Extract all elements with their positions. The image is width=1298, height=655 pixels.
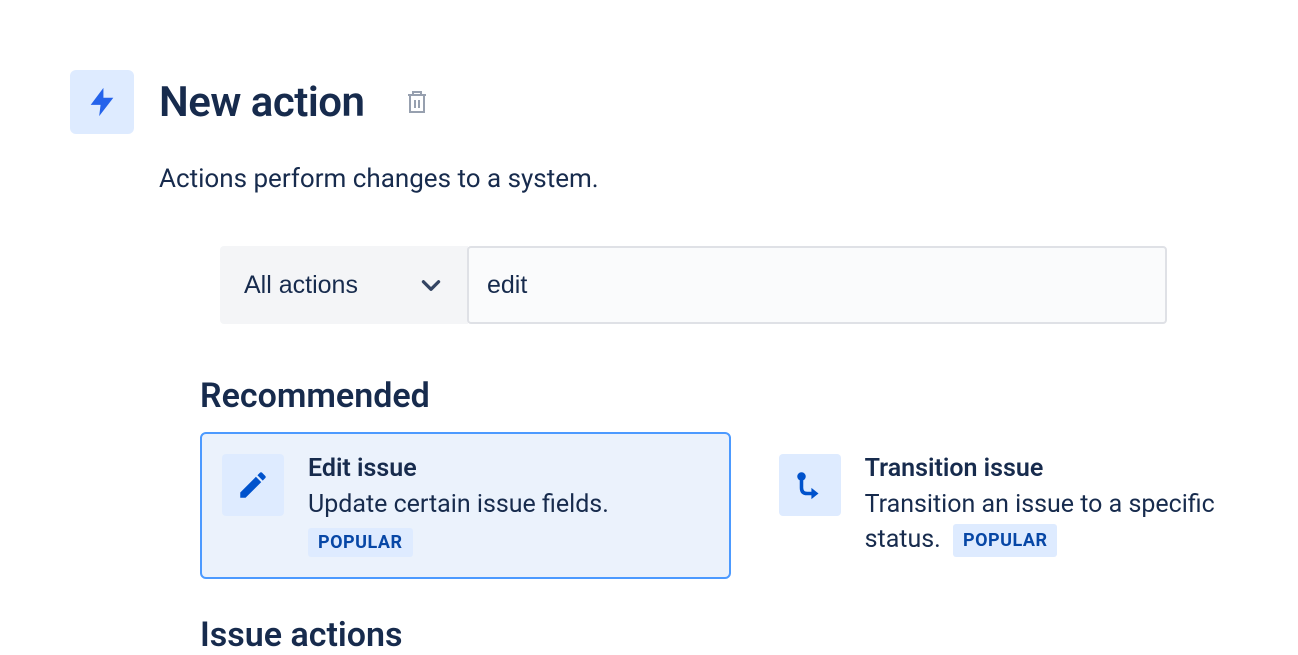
card-description: Transition an issue to a specific status…	[865, 487, 1226, 557]
dropdown-label: All actions	[244, 271, 358, 300]
page-header: New action	[70, 70, 1248, 134]
chevron-down-icon	[418, 272, 444, 298]
lightning-icon	[70, 70, 134, 134]
pencil-icon	[222, 454, 284, 516]
filter-controls: All actions	[220, 246, 1248, 324]
recommended-cards: Edit issue Update certain issue fields. …	[200, 432, 1248, 579]
delete-button[interactable]	[401, 85, 433, 119]
section-recommended-heading: Recommended	[200, 376, 1248, 416]
action-card-edit-issue[interactable]: Edit issue Update certain issue fields. …	[200, 432, 731, 579]
popular-badge: POPULAR	[308, 528, 413, 557]
card-description: Update certain issue fields.	[308, 487, 709, 522]
card-title: Transition issue	[865, 454, 1226, 483]
trash-icon	[405, 89, 429, 115]
card-body: Transition issue Transition an issue to …	[865, 454, 1226, 557]
search-input[interactable]	[467, 246, 1167, 324]
card-title: Edit issue	[308, 454, 709, 483]
popular-badge: POPULAR	[953, 524, 1058, 557]
action-card-transition-issue[interactable]: Transition issue Transition an issue to …	[757, 432, 1248, 579]
section-issue-actions-heading: Issue actions	[200, 615, 1248, 655]
page-subtitle: Actions perform changes to a system.	[159, 164, 1248, 194]
card-body: Edit issue Update certain issue fields. …	[308, 454, 709, 557]
actions-filter-dropdown[interactable]: All actions	[220, 246, 468, 324]
transition-icon	[779, 454, 841, 516]
page-title: New action	[159, 78, 364, 127]
